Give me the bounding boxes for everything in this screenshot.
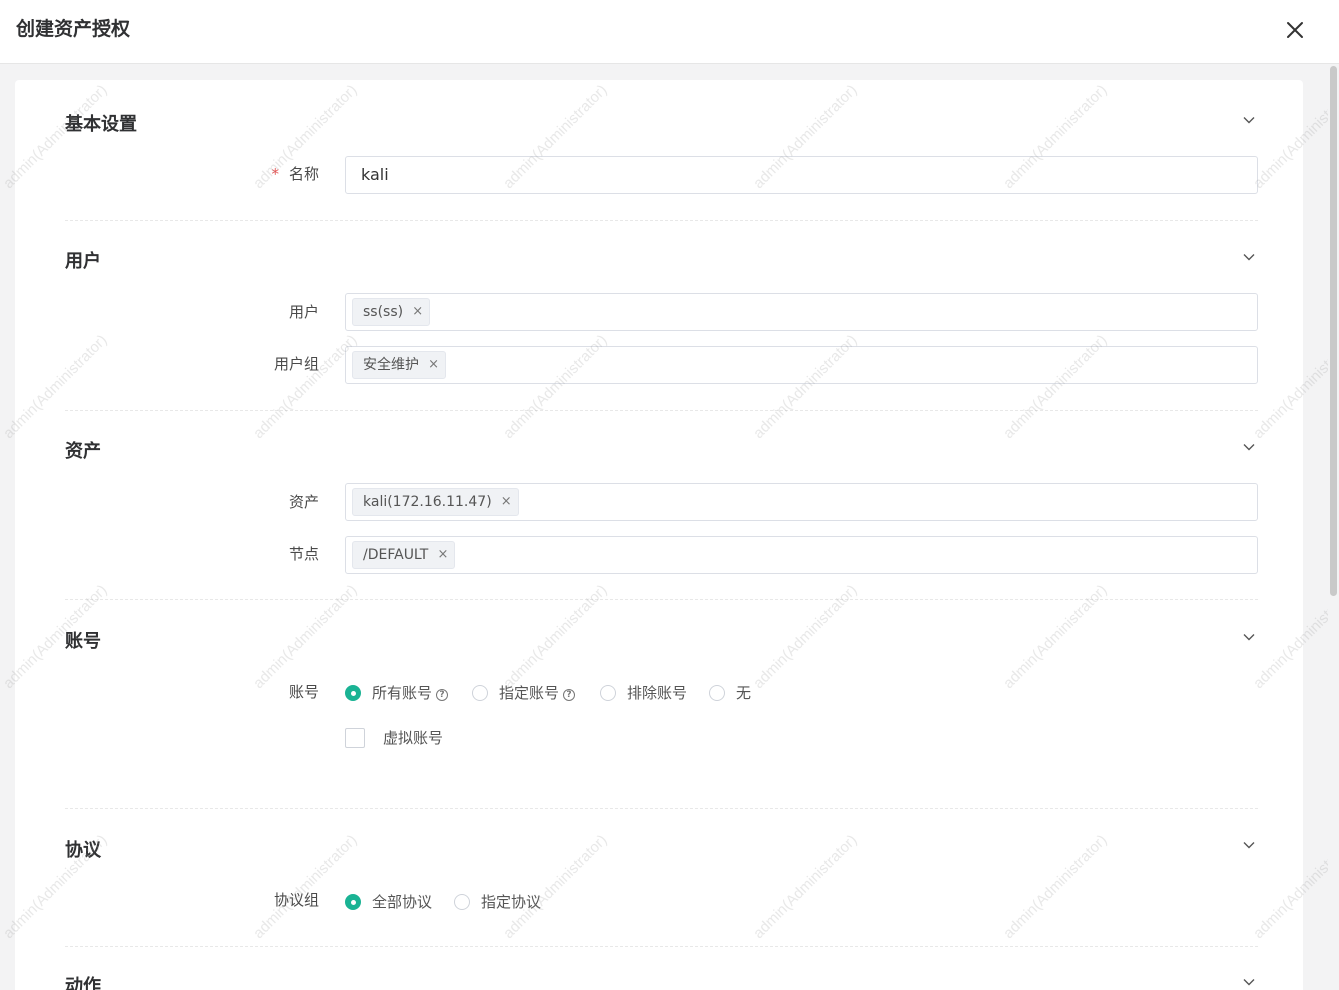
tag-remove-icon[interactable]: × <box>501 489 512 515</box>
node-tag: /DEFAULT × <box>352 541 456 569</box>
user-group-tag: 安全维护 × <box>352 351 446 379</box>
name-input-value: kali <box>361 165 389 184</box>
section-title-assets: 资产 <box>65 441 101 462</box>
chevron-down-icon[interactable] <box>1241 837 1257 853</box>
user-label: 用户 <box>288 303 319 321</box>
section-title-protocols: 协议 <box>65 840 101 861</box>
scrollbar-thumb[interactable] <box>1330 66 1337 596</box>
asset-label: 资产 <box>288 493 319 511</box>
tag-remove-icon[interactable]: × <box>437 542 448 568</box>
required-mark: * <box>271 165 279 183</box>
radio-circle <box>345 894 361 910</box>
help-icon[interactable]: ? <box>563 689 576 701</box>
radio-circle <box>472 685 488 701</box>
user-tag: ss(ss) × <box>352 298 431 326</box>
node-select[interactable]: /DEFAULT × <box>345 536 1258 574</box>
name-label: * 名称 <box>271 165 319 183</box>
user-group-select[interactable]: 安全维护 × <box>345 346 1258 384</box>
form-card: 基本设置 * 名称 kali 用户 用户 ss(ss) × 用户组 安全维护 × 资产… <box>15 80 1303 990</box>
node-label: 节点 <box>288 545 319 563</box>
tag-remove-icon[interactable]: × <box>428 352 439 378</box>
divider <box>65 599 1258 600</box>
chevron-down-icon[interactable] <box>1241 974 1257 990</box>
virtual-account-checkbox[interactable] <box>345 728 365 748</box>
virtual-account-label: 虚拟账号 <box>383 729 444 747</box>
section-title-accounts: 账号 <box>65 631 101 652</box>
section-title-users: 用户 <box>65 251 101 272</box>
radio-circle <box>454 894 470 910</box>
tag-remove-icon[interactable]: × <box>412 299 423 325</box>
chevron-down-icon[interactable] <box>1241 112 1257 128</box>
section-title-basic: 基本设置 <box>65 114 137 135</box>
dialog-header: 创建资产授权 <box>0 0 1339 64</box>
close-icon[interactable] <box>1282 17 1308 43</box>
chevron-down-icon[interactable] <box>1241 439 1257 455</box>
asset-select[interactable]: kali(172.16.11.47) × <box>345 483 1258 521</box>
user-group-label: 用户组 <box>273 355 319 373</box>
divider <box>65 220 1258 221</box>
section-title-actions: 动作 <box>65 976 101 990</box>
divider <box>65 808 1258 809</box>
divider <box>65 410 1258 411</box>
protocol-group-label: 协议组 <box>273 891 319 909</box>
radio-circle <box>709 685 725 701</box>
chevron-down-icon[interactable] <box>1241 249 1257 265</box>
radio-circle <box>600 685 616 701</box>
radio-circle <box>345 685 361 701</box>
account-label: 账号 <box>288 683 319 701</box>
scrollbar[interactable] <box>1328 64 1339 990</box>
chevron-down-icon[interactable] <box>1241 629 1257 645</box>
asset-tag: kali(172.16.11.47) × <box>352 488 519 516</box>
user-select[interactable]: ss(ss) × <box>345 293 1258 331</box>
dialog-title: 创建资产授权 <box>16 18 131 40</box>
help-icon[interactable]: ? <box>436 689 449 701</box>
name-input[interactable]: kali <box>345 156 1258 194</box>
divider <box>65 946 1258 947</box>
